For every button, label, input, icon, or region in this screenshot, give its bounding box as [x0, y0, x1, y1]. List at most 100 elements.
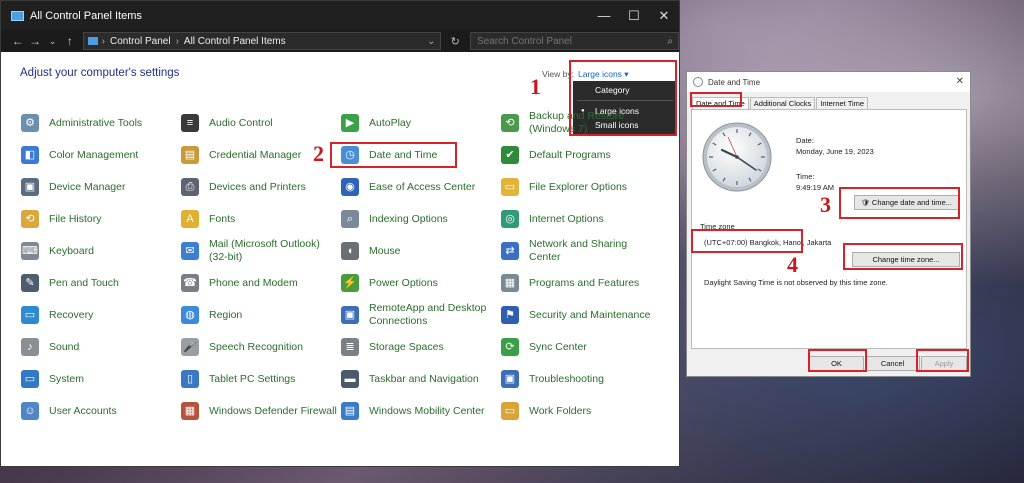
item-label: Internet Options — [529, 212, 604, 225]
item-label: Audio Control — [209, 116, 273, 129]
control-panel-item[interactable]: ☎ Phone and Modem — [181, 269, 341, 297]
search-field[interactable]: ⌕ — [469, 32, 680, 50]
step-number-1: 1 — [530, 74, 541, 99]
step-number-3: 3 — [820, 192, 831, 217]
control-panel-item[interactable]: ⌨ Keyboard — [21, 237, 181, 265]
address-bar[interactable]: › Control Panel › All Control Panel Item… — [82, 32, 441, 50]
control-panel-item[interactable]: ⇄ Network and Sharing Center — [501, 237, 651, 265]
item-label: Troubleshooting — [529, 372, 604, 385]
item-label: AutoPlay — [369, 116, 412, 129]
control-panel-item[interactable]: ▭ Recovery — [21, 301, 181, 329]
page-heading: Adjust your computer's settings — [20, 67, 180, 79]
forward-button[interactable]: → — [26, 34, 43, 48]
control-panel-icon — [11, 10, 24, 21]
highlight-change-time-zone — [843, 243, 963, 270]
sound-icon: ♪ — [21, 338, 39, 356]
region-icon: ◍ — [181, 306, 199, 324]
programs-features-icon: ▦ — [501, 274, 519, 292]
control-panel-item[interactable]: ▣ RemoteApp and Desktop Connections — [341, 301, 501, 329]
refresh-icon[interactable]: ↻ — [447, 35, 464, 48]
control-panel-item[interactable]: ◉ Ease of Access Center — [341, 173, 501, 201]
breadcrumb-all-items[interactable]: All Control Panel Items — [184, 36, 286, 47]
audio-control-icon: ≡ — [181, 114, 199, 132]
file-history-icon: ⟲ — [21, 210, 39, 228]
control-panel-item[interactable]: ✔ Default Programs — [501, 141, 651, 169]
breadcrumb-control-panel[interactable]: Control Panel — [110, 36, 171, 47]
up-button[interactable]: ↑ — [61, 34, 78, 48]
highlight-ok — [808, 349, 867, 372]
item-label: Speech Recognition — [209, 340, 303, 353]
control-panel-item[interactable]: ▣ Troubleshooting — [501, 365, 651, 393]
tab-additional-clocks[interactable]: Additional Clocks — [749, 97, 816, 109]
control-panel-item[interactable]: 🎤 Speech Recognition — [181, 333, 341, 361]
file-explorer-options-icon: ▭ — [501, 178, 519, 196]
search-input[interactable] — [476, 35, 657, 47]
control-panel-item[interactable]: ▦ Windows Defender Firewall — [181, 397, 341, 425]
control-panel-item[interactable]: ⚙ Administrative Tools — [21, 109, 181, 137]
storage-spaces-icon: ≣ — [341, 338, 359, 356]
maximize-button[interactable]: ☐ — [619, 1, 649, 30]
control-panel-item[interactable]: ▭ File Explorer Options — [501, 173, 651, 201]
keyboard-icon: ⌨ — [21, 242, 39, 260]
control-panel-item[interactable]: ◍ Region — [181, 301, 341, 329]
date-label: Date: — [796, 136, 814, 145]
control-panel-item[interactable]: ▭ Work Folders — [501, 397, 651, 425]
highlight-change-date-time — [839, 187, 960, 219]
phone-modem-icon: ☎ — [181, 274, 199, 292]
control-panel-item[interactable]: ⎙ Devices and Printers — [181, 173, 341, 201]
item-label: Default Programs — [529, 148, 611, 161]
cancel-button[interactable]: Cancel — [865, 356, 920, 371]
control-panel-item[interactable]: ≡ Audio Control — [181, 109, 341, 137]
recent-locations-button[interactable]: ⌄ — [44, 36, 61, 47]
highlight-view-by — [569, 60, 677, 136]
tab-internet-time[interactable]: Internet Time — [816, 97, 869, 109]
item-label: Programs and Features — [529, 276, 640, 289]
user-accounts-icon: ☺ — [21, 402, 39, 420]
color-management-icon: ◧ — [21, 146, 39, 164]
control-panel-item[interactable]: ▣ Device Manager — [21, 173, 181, 201]
control-panel-item[interactable]: ▯ Tablet PC Settings — [181, 365, 341, 393]
item-label: Recovery — [49, 308, 94, 321]
close-button[interactable]: ✕ — [649, 1, 679, 30]
mouse-icon: ◖ — [341, 242, 359, 260]
control-panel-item[interactable]: ⚡ Power Options — [341, 269, 501, 297]
speech-recognition-icon: 🎤 — [181, 338, 199, 356]
ease-of-access-icon: ◉ — [341, 178, 359, 196]
minimize-button[interactable]: — — [589, 1, 619, 30]
control-panel-item[interactable]: ▶ AutoPlay — [341, 109, 501, 137]
window-title: All Control Panel Items — [30, 9, 142, 22]
control-panel-item[interactable]: ⟳ Sync Center — [501, 333, 651, 361]
item-label: Color Management — [49, 148, 139, 161]
address-dropdown-icon[interactable]: ⌄ — [427, 36, 435, 47]
control-panel-item[interactable]: A Fonts — [181, 205, 341, 233]
taskbar-icon: ▬ — [341, 370, 359, 388]
control-panel-item[interactable]: ◖ Mouse — [341, 237, 501, 265]
control-panel-item[interactable]: ◎ Internet Options — [501, 205, 651, 233]
control-panel-item[interactable]: ⌕ Indexing Options — [341, 205, 501, 233]
control-panel-item[interactable]: ◧ Color Management — [21, 141, 181, 169]
item-label: Sound — [49, 340, 80, 353]
control-panel-item[interactable]: ⚑ Security and Maintenance — [501, 301, 651, 329]
control-panel-item[interactable]: ▬ Taskbar and Navigation — [341, 365, 501, 393]
item-label: Phone and Modem — [209, 276, 298, 289]
dialog-close-button[interactable]: ✕ — [956, 76, 964, 87]
control-panel-item[interactable]: ♪ Sound — [21, 333, 181, 361]
item-label: Pen and Touch — [49, 276, 119, 289]
breadcrumb-separator: › — [175, 35, 179, 47]
control-panel-item[interactable]: ▭ System — [21, 365, 181, 393]
control-panel-item[interactable]: ✉ Mail (Microsoft Outlook) (32-bit) — [181, 237, 341, 265]
internet-options-icon: ◎ — [501, 210, 519, 228]
control-panel-item[interactable]: ▦ Programs and Features — [501, 269, 651, 297]
system-icon: ▭ — [21, 370, 39, 388]
control-panel-item[interactable]: ☺ User Accounts — [21, 397, 181, 425]
date-time-dialog: Date and Time ✕ Date and Time Additional… — [686, 71, 971, 377]
control-panel-item[interactable]: ⟲ File History — [21, 205, 181, 233]
control-panel-item[interactable]: ≣ Storage Spaces — [341, 333, 501, 361]
item-label: Administrative Tools — [49, 116, 143, 129]
item-label: System — [49, 372, 85, 385]
title-bar: All Control Panel Items — ☐ ✕ — [1, 1, 679, 30]
back-button[interactable]: ← — [9, 34, 26, 48]
control-panel-item[interactable]: ✎ Pen and Touch — [21, 269, 181, 297]
item-label: Fonts — [209, 212, 236, 225]
control-panel-item[interactable]: ▤ Windows Mobility Center — [341, 397, 501, 425]
